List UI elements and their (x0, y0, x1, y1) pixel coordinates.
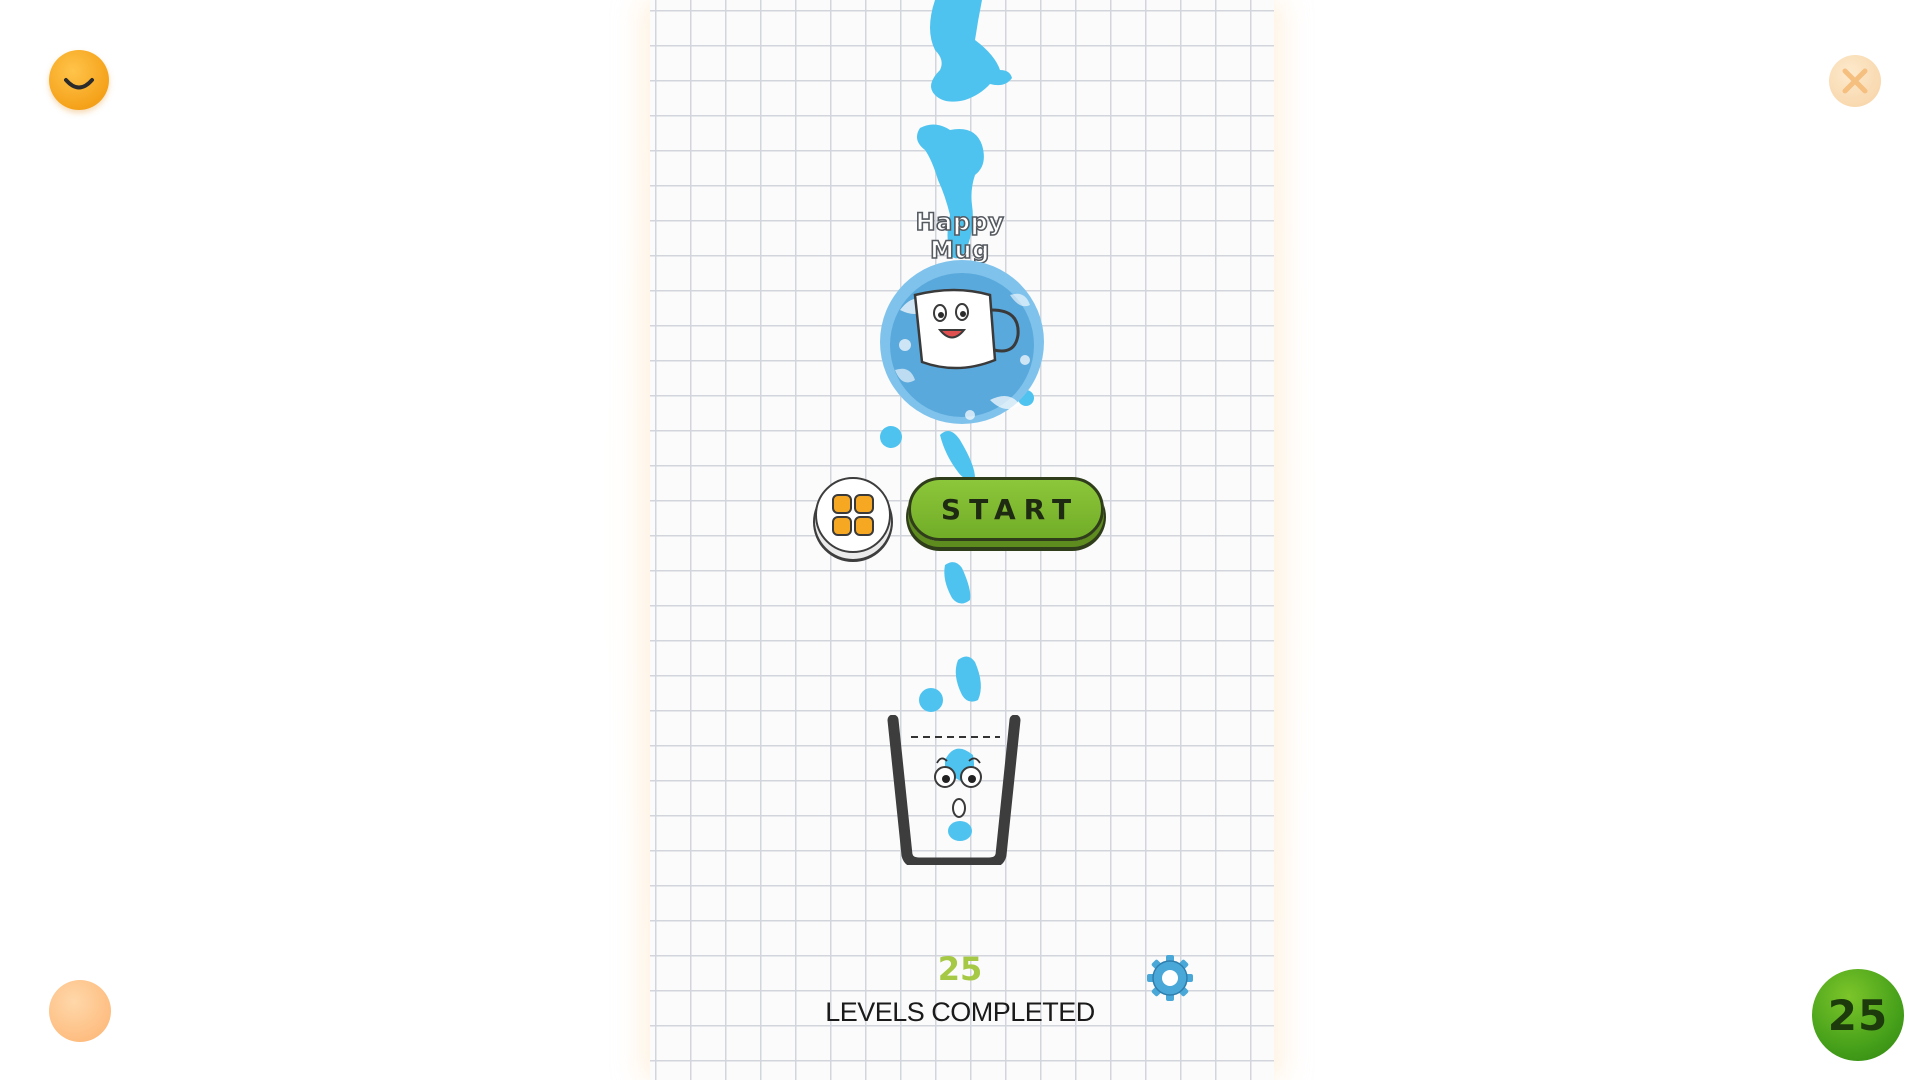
game-screen: Happy Mug START 25 LEVELS COMPLETED 25 (0, 0, 1920, 1080)
level-menu-button[interactable] (815, 477, 891, 553)
water-drop (955, 656, 981, 702)
levels-completed-count: 25 (937, 950, 983, 988)
water-drop (944, 562, 971, 604)
glass-outline (887, 715, 1021, 865)
settings-button[interactable] (1146, 954, 1194, 1002)
level-badge-button[interactable]: 25 (1812, 969, 1904, 1061)
grid-menu-icon (832, 494, 874, 536)
smile-button[interactable] (49, 50, 109, 110)
levels-completed-label: LEVELS COMPLETED (825, 997, 1095, 1027)
sound-button[interactable] (49, 980, 111, 1042)
water-drop (940, 431, 975, 480)
glass-mouth (952, 798, 966, 818)
water-drop (919, 688, 943, 712)
mug-mascot (880, 260, 1044, 424)
close-button[interactable] (1829, 55, 1881, 107)
glass-cup (887, 715, 1021, 865)
gear-icon (1147, 955, 1193, 1001)
water-drop (930, 0, 1012, 102)
close-icon (1842, 68, 1868, 94)
smile-icon (64, 78, 94, 90)
start-button[interactable]: START (908, 477, 1104, 541)
level-badge-number: 25 (1827, 990, 1889, 1040)
